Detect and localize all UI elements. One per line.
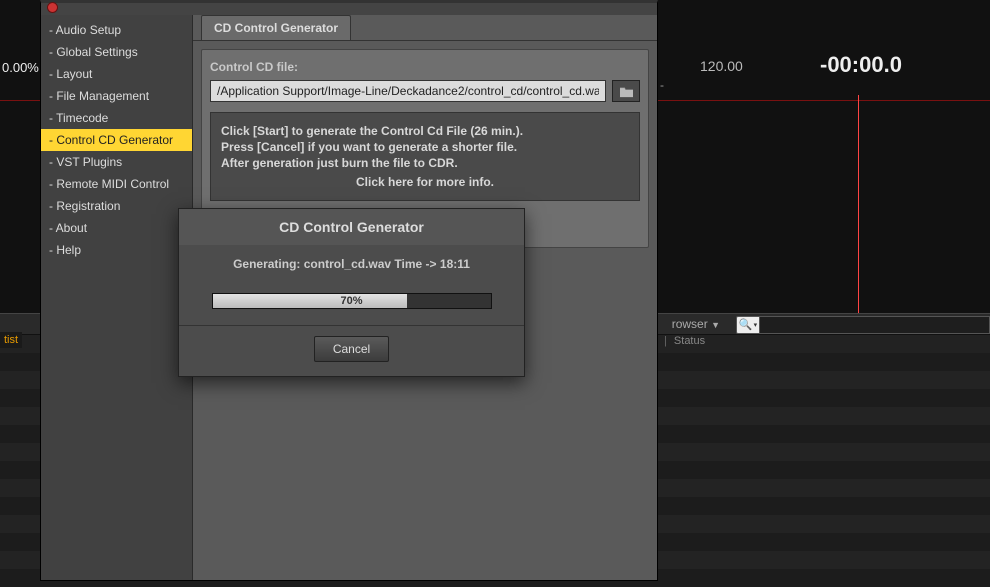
- bpm-dash: -: [660, 78, 664, 92]
- sidebar-item-control-cd-generator[interactable]: - Control CD Generator: [41, 129, 192, 151]
- instructions-line2: Press [Cancel] if you want to generate a…: [221, 139, 629, 155]
- tab-cd-control-generator[interactable]: CD Control Generator: [201, 15, 351, 40]
- dialog-message: Generating: control_cd.wav Time -> 18:11: [193, 257, 510, 271]
- time-display: -00:00.0: [820, 52, 902, 78]
- column-status: Status: [674, 335, 705, 347]
- progress-bar: 70%: [212, 293, 492, 309]
- chevron-down-icon: ▾: [754, 321, 758, 329]
- dialog-title: CD Control Generator: [179, 209, 524, 245]
- sidebar-item-timecode[interactable]: - Timecode: [41, 107, 192, 129]
- browser-dropdown[interactable]: rowser ▼: [672, 317, 720, 331]
- playhead-marker: [858, 95, 859, 320]
- search-input[interactable]: [760, 316, 990, 334]
- browse-folder-button[interactable]: [612, 80, 640, 102]
- sidebar-item-file-management[interactable]: - File Management: [41, 85, 192, 107]
- more-info-link[interactable]: Click here for more info.: [221, 174, 629, 190]
- content-tabs: CD Control Generator: [193, 15, 657, 41]
- browser-dropdown-label: rowser: [672, 317, 708, 331]
- progress-dialog: CD Control Generator Generating: control…: [178, 208, 525, 377]
- settings-sidebar: - Audio Setup- Global Settings- Layout- …: [41, 15, 193, 580]
- sidebar-item-about[interactable]: - About: [41, 217, 192, 239]
- bpm-display: 120.00: [700, 58, 743, 74]
- cancel-button[interactable]: Cancel: [314, 336, 389, 362]
- sidebar-item-vst-plugins[interactable]: - VST Plugins: [41, 151, 192, 173]
- control-file-label: Control CD file:: [210, 60, 640, 74]
- dropdown-triangle-icon: ▼: [711, 320, 720, 330]
- column-separator: |: [664, 335, 667, 347]
- search-icon: 🔍: [739, 318, 753, 331]
- column-artist-fragment: tist: [0, 332, 22, 348]
- instructions-line3: After generation just burn the file to C…: [221, 155, 629, 171]
- sidebar-item-layout[interactable]: - Layout: [41, 63, 192, 85]
- folder-icon: [619, 85, 634, 98]
- sidebar-item-global-settings[interactable]: - Global Settings: [41, 41, 192, 63]
- window-close-button[interactable]: [47, 2, 58, 13]
- sidebar-item-remote-midi-control[interactable]: - Remote MIDI Control: [41, 173, 192, 195]
- control-file-path-input[interactable]: [210, 80, 606, 102]
- instructions-line1: Click [Start] to generate the Control Cd…: [221, 123, 629, 139]
- sidebar-item-registration[interactable]: - Registration: [41, 195, 192, 217]
- search-mode-button[interactable]: 🔍▾: [736, 316, 760, 334]
- progress-percent-text: 70%: [213, 294, 491, 308]
- sidebar-item-audio-setup[interactable]: - Audio Setup: [41, 19, 192, 41]
- instructions-box: Click [Start] to generate the Control Cd…: [210, 112, 640, 201]
- sidebar-item-help[interactable]: - Help: [41, 239, 192, 261]
- pitch-percent: 0.00%: [2, 60, 39, 75]
